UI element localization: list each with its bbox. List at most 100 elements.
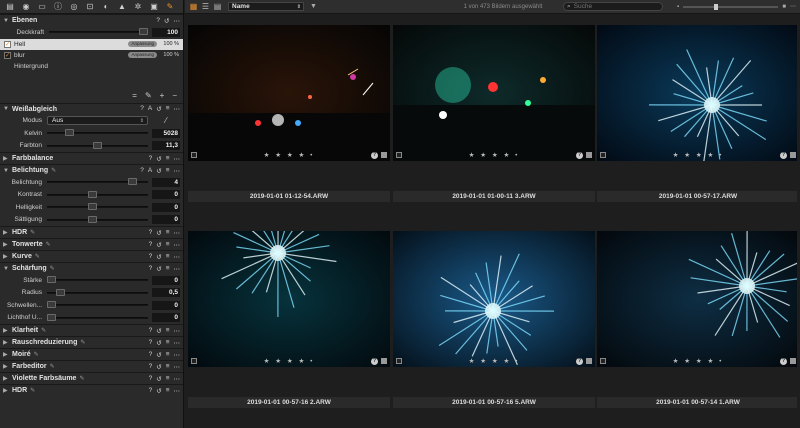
thumbnail[interactable]: ★ ★ ★ ★ •? 2019-01-01 01-00-11 3.ARW xyxy=(393,25,595,202)
slider-knob[interactable] xyxy=(47,313,56,321)
slider-knob[interactable] xyxy=(139,28,148,36)
slider-value[interactable]: 0,5 xyxy=(152,288,180,298)
library-icon[interactable]: ▭ xyxy=(35,1,49,13)
thumbnail-small-icon[interactable]: ▪ xyxy=(677,4,679,10)
section-collapsed[interactable]: ▶ Rauschreduzierung ✎? ↺ ≡ ⋯ xyxy=(0,336,183,348)
copy-icon[interactable]: ≡ xyxy=(166,375,170,383)
section-hdr[interactable]: ▶ HDR ✎ ? ↺ ≡ ⋯ xyxy=(0,226,183,238)
chevron-right-icon[interactable]: ▶ xyxy=(3,155,12,162)
copy-icon[interactable]: ≡ xyxy=(166,241,170,249)
slider-knob[interactable] xyxy=(47,276,56,284)
reset-icon[interactable]: ↺ xyxy=(156,339,161,347)
chevron-right-icon[interactable]: ▶ xyxy=(3,351,12,358)
slider-knob[interactable] xyxy=(88,215,98,223)
help-icon[interactable]: ? xyxy=(149,339,153,347)
section-exposure[interactable]: ▼ Belichtung ✎ ? A ↺ ≡ ⋯ xyxy=(0,164,183,176)
slider-knob[interactable] xyxy=(65,129,75,137)
more-icon[interactable]: ⋯ xyxy=(174,387,181,395)
filter-icon[interactable]: ▼ xyxy=(310,3,317,10)
more-icon[interactable]: ⋯ xyxy=(174,167,181,175)
section-sharpening[interactable]: ▼ Schärfung ✎ ? ↺ ≡ ⋯ xyxy=(0,262,183,274)
thumbnail[interactable]: ★ ★ ★ ★ •? 2019-01-01 00-57-17.ARW xyxy=(597,25,799,202)
auto-icon[interactable]: A xyxy=(148,167,152,175)
more-icon[interactable]: ⋯ xyxy=(174,351,181,359)
star-rating[interactable]: ★ ★ ★ ★ • xyxy=(393,151,595,159)
reset-icon[interactable]: ↺ xyxy=(156,155,161,163)
layer-checkbox[interactable]: ✓ xyxy=(4,40,11,48)
folder-icon[interactable]: ▤ xyxy=(3,1,17,13)
star-rating[interactable]: ★ ★ ★ ★ • xyxy=(597,151,799,159)
help-icon[interactable]: ? xyxy=(156,17,160,25)
slider[interactable] xyxy=(47,190,148,199)
thumbnail-image[interactable]: ★ ★ ★ ★ •? xyxy=(597,231,799,367)
reset-icon[interactable]: ↺ xyxy=(156,167,161,175)
chevron-down-icon[interactable]: ▼ xyxy=(3,266,12,272)
crop-icon[interactable]: ⊡ xyxy=(83,1,97,13)
thumbnail[interactable]: ★ ★ ★ ★ •? 2019-01-01 01-12-54.ARW xyxy=(188,25,390,202)
section-collapsed[interactable]: ▶ Moiré ✎? ↺ ≡ ⋯ xyxy=(0,348,183,360)
section-collapsed[interactable]: ▶ Violette Farbsäume ✎? ↺ ≡ ⋯ xyxy=(0,372,183,384)
slider-knob[interactable] xyxy=(127,178,137,186)
slider[interactable] xyxy=(47,276,148,284)
help-icon[interactable]: ? xyxy=(149,351,153,359)
reset-icon[interactable]: ↺ xyxy=(156,105,161,113)
more-icon[interactable]: ⋯ xyxy=(174,375,181,383)
help-icon[interactable]: ? xyxy=(140,105,144,113)
thumbnail[interactable]: ★ ★ ★ ★ •? 2019-01-01 00-57-16 2.ARW xyxy=(188,231,390,408)
section-collapsed[interactable]: ▶ Farbeditor ✎? ↺ ≡ ⋯ xyxy=(0,360,183,372)
copy-icon[interactable]: ≡ xyxy=(166,339,170,347)
star-rating[interactable]: ★ ★ ★ ★ • xyxy=(393,357,595,365)
filmstrip-view-icon[interactable]: ▤ xyxy=(213,2,222,11)
reset-icon[interactable]: ↺ xyxy=(156,327,161,335)
search-box[interactable]: ⌕ xyxy=(563,2,663,11)
more-icon[interactable]: ⋯ xyxy=(174,241,181,249)
remove-layer-icon[interactable]: − xyxy=(172,91,177,100)
copy-icon[interactable]: ≡ xyxy=(166,229,170,237)
layer-checkbox[interactable]: ✓ xyxy=(4,51,11,59)
copy-icon[interactable]: ≡ xyxy=(166,265,170,273)
help-icon[interactable]: ? xyxy=(149,363,153,371)
chevron-right-icon[interactable]: ▶ xyxy=(3,327,12,334)
slider[interactable] xyxy=(47,215,148,224)
opacity-value[interactable]: 100 xyxy=(152,27,180,37)
thumbnail-image[interactable]: ★ ★ ★ ★ •? xyxy=(188,231,390,367)
thumbnail-image[interactable]: ★ ★ ★ ★ •? xyxy=(597,25,799,161)
layer-name[interactable]: Hintergrund xyxy=(14,63,48,70)
sort-select[interactable]: Name ⇕ xyxy=(228,2,304,11)
slider-knob[interactable] xyxy=(88,203,98,211)
reset-icon[interactable]: ↺ xyxy=(156,253,161,261)
more-icon[interactable]: ⋯ xyxy=(174,339,181,347)
help-icon[interactable]: ? xyxy=(149,387,153,395)
reset-icon[interactable]: ↺ xyxy=(156,241,161,249)
reset-icon[interactable]: ↺ xyxy=(156,375,161,383)
search-input[interactable] xyxy=(573,3,654,10)
slider[interactable] xyxy=(47,301,148,309)
grid-view-icon[interactable]: ▦ xyxy=(189,2,198,11)
slider-value[interactable]: 0 xyxy=(152,313,180,323)
reset-icon[interactable]: ↺ xyxy=(156,387,161,395)
more-icon[interactable]: ⋯ xyxy=(174,17,181,25)
camera-icon[interactable]: ◉ xyxy=(19,1,33,13)
section-color-balance[interactable]: ▶ Farbbalance ? ↺ ≡ ⋯ xyxy=(0,152,183,164)
thumbnail-image[interactable]: ★ ★ ★ ★ •? xyxy=(393,231,595,367)
chevron-right-icon[interactable]: ▶ xyxy=(3,387,12,394)
slider-value[interactable]: 11,3 xyxy=(152,141,180,151)
color-icon[interactable]: ◐ xyxy=(99,1,113,13)
chevron-right-icon[interactable]: ▶ xyxy=(3,375,12,382)
batch-icon[interactable]: ▣ xyxy=(147,1,161,13)
list-view-icon[interactable]: ☰ xyxy=(201,2,210,11)
more-icon[interactable]: ⋯ xyxy=(174,327,181,335)
opacity-slider[interactable] xyxy=(49,28,148,36)
section-curve[interactable]: ▶ Kurve ✎ ? ↺ ≡ ⋯ xyxy=(0,250,183,262)
slider-knob[interactable] xyxy=(713,3,718,10)
help-icon[interactable]: ? xyxy=(149,375,153,383)
layer-name[interactable]: Hell xyxy=(14,41,25,48)
thumbnail[interactable]: ★ ★ ★ ★ •? 2019-01-01 00-57-14 1.ARW xyxy=(597,231,799,408)
copy-icon[interactable]: ≡ xyxy=(166,105,170,113)
help-icon[interactable]: ? xyxy=(149,155,153,163)
adjust-brush-icon[interactable]: ✎ xyxy=(163,1,177,13)
more-icon[interactable]: ⋯ xyxy=(174,229,181,237)
reset-icon[interactable]: ↺ xyxy=(156,229,161,237)
help-icon[interactable]: ? xyxy=(149,229,153,237)
layer-row[interactable]: ✓ blur Anpassung 100 % xyxy=(0,50,183,61)
